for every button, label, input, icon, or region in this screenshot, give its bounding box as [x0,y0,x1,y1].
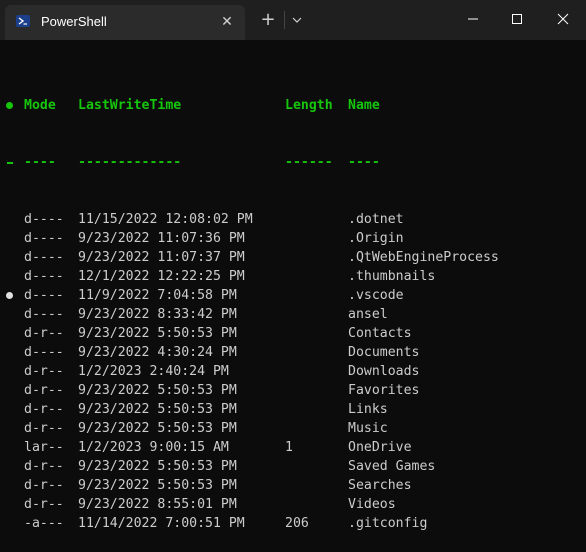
lastwritetime-cell: 9/23/2022 11:07:37 PM [78,250,245,265]
lastwritetime-cell: 9/23/2022 8:33:42 PM [78,307,237,322]
lastwritetime-cell: 9/23/2022 5:50:53 PM [78,459,237,474]
close-window-button[interactable] [540,0,586,38]
length-cell: 1 [285,440,293,455]
dash-marker-icon [7,162,13,164]
mode-cell: d---- [24,345,64,360]
table-row: d-r-- 9/23/2022 5:50:53 PM Favorites [0,381,586,400]
name-cell: .dotnet [348,212,404,227]
name-cell: Downloads [348,364,420,379]
name-cell: Favorites [348,383,420,398]
table-row: d---- 11/15/2022 12:08:02 PM .dotnet [0,210,586,229]
name-cell: Contacts [348,326,412,341]
lastwritetime-cell: 9/23/2022 8:55:01 PM [78,497,237,512]
mode-cell: d---- [24,231,64,246]
powershell-icon [16,15,30,27]
table-row: d---- 11/9/2022 7:04:58 PM .vscode [0,286,586,305]
mode-cell: d-r-- [24,383,64,398]
table-row: d---- 9/23/2022 11:07:37 PM .QtWebEnginePr… [0,248,586,267]
lastwritetime-cell: 9/23/2022 5:50:53 PM [78,326,237,341]
table-row: d---- 12/1/2022 12:22:25 PM .thumbnails [0,267,586,286]
mode-cell: d-r-- [24,497,64,512]
title-bar: PowerShell ✕ + [0,0,586,40]
header-mode: Mode [24,98,56,113]
mode-cell: d---- [24,288,64,303]
table-row: d-r-- 9/23/2022 8:55:01 PM Videos [0,495,586,514]
table-row: d-r-- 9/23/2022 5:50:53 PM Contacts [0,324,586,343]
new-tab-button[interactable]: + [259,10,277,30]
mode-cell: lar-- [24,440,64,455]
mode-cell: d-r-- [24,421,64,436]
mode-cell: d---- [24,250,64,265]
lastwritetime-cell: 12/1/2022 12:22:25 PM [78,269,245,284]
lastwritetime-cell: 1/2/2023 2:40:24 PM [78,364,229,379]
table-row: d---- 9/23/2022 8:33:42 PM ansel [0,305,586,324]
mark-icon [6,292,13,299]
minimize-icon [468,18,478,20]
mode-cell: d---- [24,307,64,322]
terminal-output[interactable]: Mode LastWriteTime Length Name ---- ----… [0,58,586,552]
table-row: d-r-- 9/23/2022 5:50:53 PM Music [0,419,586,438]
lastwritetime-cell: 9/23/2022 5:50:53 PM [78,421,237,436]
lastwritetime-cell: 11/15/2022 12:08:02 PM [78,212,253,227]
close-icon [557,13,569,25]
table-row: d-r-- 9/23/2022 5:50:53 PM Saved Games [0,457,586,476]
header-length: Length [285,98,333,113]
maximize-icon [512,14,522,24]
minimize-button[interactable] [450,0,496,38]
table-row: d---- 9/23/2022 11:07:36 PM .Origin [0,229,586,248]
mode-cell: d---- [24,269,64,284]
table-row: d-r-- 1/2/2023 2:40:24 PM Downloads [0,362,586,381]
table-row: lar-- 1/2/2023 9:00:15 AM 1 OneDrive [0,438,586,457]
name-cell: Videos [348,497,396,512]
maximize-button[interactable] [494,0,540,38]
tab-powershell[interactable]: PowerShell ✕ [5,5,245,40]
underline-lastwritetime: ------------- [78,155,182,170]
divider [284,11,285,29]
header-row: Mode LastWriteTime Length Name [0,96,586,115]
name-cell: .Origin [348,231,404,246]
name-cell: .QtWebEngineProcess [348,250,499,265]
name-cell: Documents [348,345,420,360]
lastwritetime-cell: 9/23/2022 11:07:36 PM [78,231,245,246]
mode-cell: d-r-- [24,459,64,474]
header-name: Name [348,98,380,113]
table-row: -a--- 11/14/2022 7:00:51 PM 206 .gitconfig [0,514,586,533]
close-tab-icon[interactable]: ✕ [219,14,235,30]
mode-cell: d---- [24,212,64,227]
name-cell: Saved Games [348,459,436,474]
table-row: d-r-- 9/23/2022 5:50:53 PM Links [0,400,586,419]
lastwritetime-cell: 11/9/2022 7:04:58 PM [78,288,237,303]
name-cell: .thumbnails [348,269,436,284]
lastwritetime-cell: 11/14/2022 7:00:51 PM [78,516,245,531]
prompt-marker-icon [6,102,13,109]
header-underline-row: ---- ------------- ------ ---- [0,153,586,172]
mode-cell: -a--- [24,516,64,531]
chevron-down-icon[interactable] [290,12,304,26]
tab-title: PowerShell [41,14,107,29]
mode-cell: d-r-- [24,402,64,417]
header-lastwritetime: LastWriteTime [78,98,182,113]
directory-listing: d---- 11/15/2022 12:08:02 PM .dotnet d---- 9… [0,210,586,533]
table-row: d---- 9/23/2022 4:30:24 PM Documents [0,343,586,362]
mode-cell: d-r-- [24,364,64,379]
name-cell: OneDrive [348,440,412,455]
name-cell: ansel [348,307,388,322]
underline-length: ------ [285,155,333,170]
lastwritetime-cell: 9/23/2022 4:30:24 PM [78,345,237,360]
name-cell: Music [348,421,388,436]
length-cell: 206 [285,516,309,531]
name-cell: .vscode [348,288,404,303]
lastwritetime-cell: 9/23/2022 5:50:53 PM [78,383,237,398]
name-cell: Links [348,402,388,417]
name-cell: .gitconfig [348,516,428,531]
underline-mode: ---- [24,155,56,170]
mode-cell: d-r-- [24,326,64,341]
lastwritetime-cell: 9/23/2022 5:50:53 PM [78,402,237,417]
lastwritetime-cell: 1/2/2023 9:00:15 AM [78,440,229,455]
underline-name: ---- [348,155,380,170]
